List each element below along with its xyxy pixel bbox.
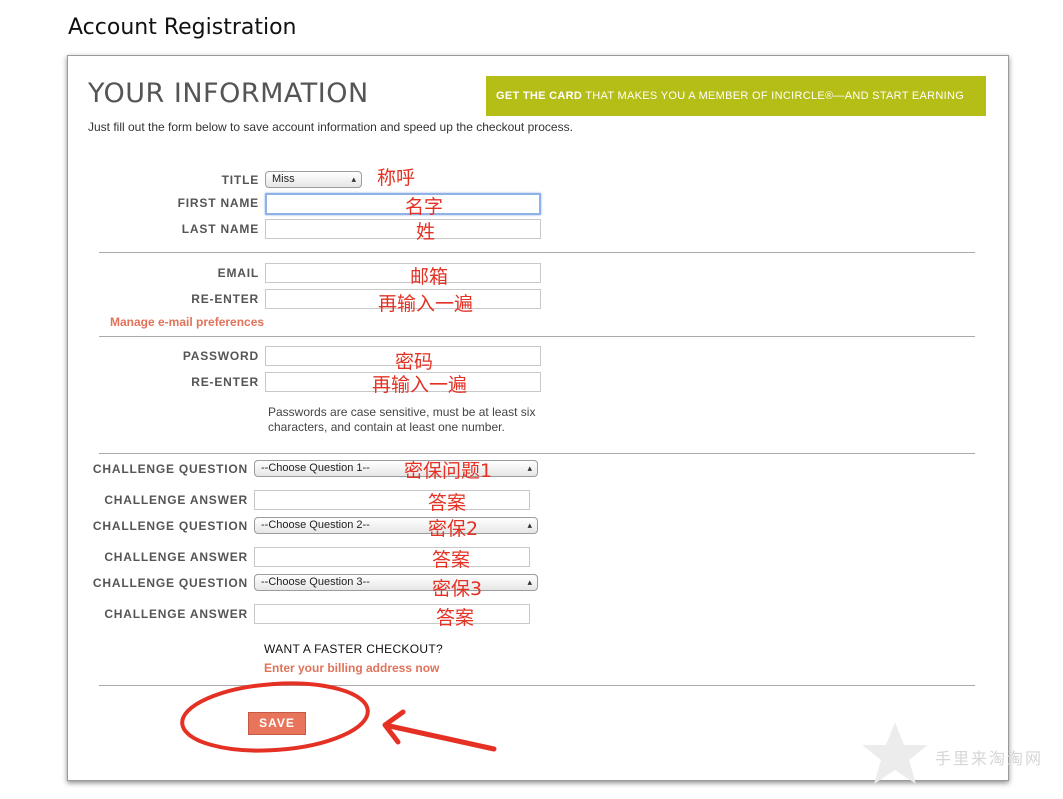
watermark-text: 手里来淘淘网 [935,749,1044,768]
star-watermark-icon [862,722,928,784]
annotation-overlay [180,681,928,784]
pointer-arrow-icon [382,709,497,752]
save-highlight-circle [180,681,370,753]
